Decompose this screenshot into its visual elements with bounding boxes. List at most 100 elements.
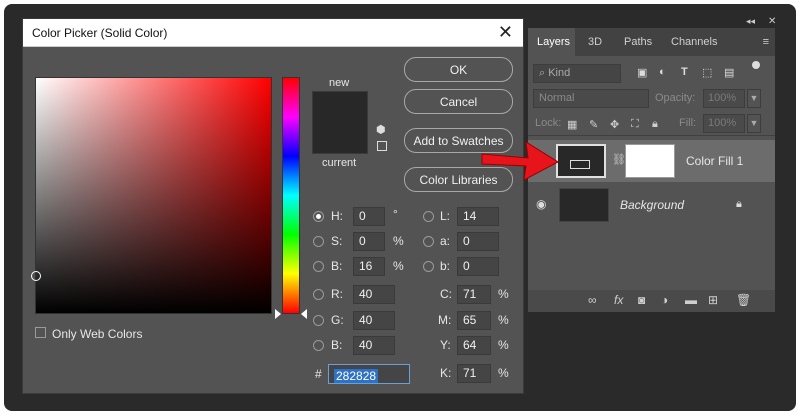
hex-input[interactable]: 282828	[328, 364, 410, 384]
tab-3d[interactable]: 3D	[588, 36, 602, 48]
panel-menu-icon[interactable]: ≡	[763, 36, 769, 48]
color-swatch-preview	[312, 91, 368, 154]
dialog-title: Color Picker (Solid Color)	[32, 26, 168, 40]
gamut-warning-cube-icon[interactable]: ⬢	[376, 125, 387, 136]
only-web-colors-checkbox[interactable]	[35, 327, 46, 338]
fill-input[interactable]: 100%	[703, 114, 745, 133]
lock-image-icon[interactable]: ✎	[589, 118, 598, 131]
visibility-eye-icon[interactable]: ◉	[536, 197, 546, 211]
saturation-label: S:	[331, 234, 343, 248]
color-field-marker[interactable]	[31, 271, 41, 281]
new-adjustment-layer-icon[interactable]: ◑	[661, 293, 668, 307]
lab-l-radio[interactable]	[423, 211, 434, 222]
new-group-icon[interactable]: ▬	[685, 293, 697, 307]
magenta-input[interactable]: 65	[457, 311, 491, 330]
link-chain-icon[interactable]: ⛓	[612, 153, 626, 166]
lock-transparent-icon[interactable]: ▦	[567, 118, 577, 131]
color-fill-thumbnail[interactable]	[556, 144, 606, 178]
layer-mask-thumbnail[interactable]	[625, 144, 675, 178]
opacity-input[interactable]: 100%	[703, 89, 745, 108]
lab-a-input[interactable]: 0	[457, 232, 499, 251]
hex-prefix: #	[315, 367, 322, 381]
type-filter-icon[interactable]: T	[681, 66, 688, 78]
lab-b-radio[interactable]	[423, 261, 434, 272]
web-safe-square-icon[interactable]	[377, 141, 387, 151]
hex-value: 282828	[334, 369, 379, 383]
cancel-button[interactable]: Cancel	[404, 89, 513, 114]
layer-row-background[interactable]: ◉ Background 🔒︎	[528, 184, 775, 226]
cyan-unit: %	[498, 287, 509, 301]
shape-filter-icon[interactable]: ⬚	[702, 66, 712, 79]
panel-top-bar	[528, 14, 775, 28]
yellow-unit: %	[498, 338, 509, 352]
panel-divider	[528, 135, 775, 136]
panel-close-icon[interactable]: ✕	[768, 16, 776, 27]
saturation-input[interactable]: 0	[353, 232, 385, 251]
black-label: K:	[440, 366, 452, 380]
collapse-icon[interactable]: ◂◂	[746, 16, 755, 27]
current-label: current	[322, 157, 357, 169]
panel-tabs: Layers 3D Paths Channels ≡	[528, 28, 775, 56]
lock-position-icon[interactable]: ✥	[610, 118, 619, 131]
hue-slider[interactable]	[282, 77, 300, 314]
background-thumbnail[interactable]	[559, 188, 609, 222]
close-icon[interactable]: ✕	[498, 22, 513, 42]
tab-layers[interactable]: Layers	[537, 36, 570, 48]
lab-a-radio[interactable]	[423, 236, 434, 247]
filter-toggle-icon[interactable]	[752, 61, 760, 69]
green-input[interactable]: 40	[353, 311, 395, 330]
search-icon: ⌕	[539, 67, 549, 79]
fill-dropdown-icon[interactable]: ▼	[747, 114, 761, 133]
link-layers-icon[interactable]: ∞	[588, 293, 597, 307]
hue-slider-right-arrow-icon[interactable]	[301, 309, 307, 319]
green-radio[interactable]	[313, 315, 324, 326]
fill-swatch-icon	[570, 160, 590, 169]
saturation-unit: %	[393, 234, 404, 248]
red-radio[interactable]	[313, 289, 324, 300]
lab-l-input[interactable]: 14	[457, 207, 499, 226]
hue-label: H:	[331, 209, 343, 223]
blend-mode-select[interactable]: Normal	[533, 89, 649, 108]
pixel-filter-icon[interactable]: ▣	[637, 66, 647, 79]
red-input[interactable]: 40	[353, 285, 395, 304]
cyan-input[interactable]: 71	[457, 285, 491, 304]
lock-label: Lock:	[535, 117, 562, 129]
saturation-radio[interactable]	[313, 236, 324, 247]
opacity-label: Opacity:	[655, 92, 696, 104]
hue-radio[interactable]	[313, 211, 324, 222]
kind-filter-select[interactable]: ⌕ Kind	[533, 64, 621, 83]
tab-channels[interactable]: Channels	[671, 36, 717, 48]
fx-icon[interactable]: fx	[614, 293, 623, 307]
add-mask-icon[interactable]: ◙	[638, 293, 645, 307]
yellow-input[interactable]: 64	[457, 336, 491, 355]
opacity-dropdown-icon[interactable]: ▼	[747, 89, 761, 108]
lab-a-label: a:	[440, 234, 451, 248]
adjustment-filter-icon[interactable]: ◐	[659, 66, 666, 78]
blue-label: B:	[331, 338, 343, 352]
lock-artboard-icon[interactable]: ⛶	[631, 118, 639, 131]
blue-input[interactable]: 40	[353, 336, 395, 355]
brightness-unit: %	[393, 259, 404, 273]
tab-paths[interactable]: Paths	[624, 36, 652, 48]
lock-all-icon[interactable]: 🔒︎	[652, 118, 658, 131]
brightness-radio[interactable]	[313, 261, 324, 272]
smart-object-filter-icon[interactable]: ▤	[724, 66, 734, 79]
red-label: R:	[331, 287, 343, 301]
new-layer-icon[interactable]: ⊞	[708, 293, 718, 307]
yellow-label: Y:	[440, 338, 451, 352]
panel-footer-toolbar: ∞ fx ◙ ◑ ▬ ⊞ 🗑︎	[528, 290, 775, 312]
dialog-titlebar: Color Picker (Solid Color) ✕	[23, 19, 523, 47]
ok-button[interactable]: OK	[404, 57, 513, 82]
hue-slider-left-arrow-icon[interactable]	[275, 309, 281, 319]
layers-panel: Layers 3D Paths Channels ≡ ⌕ Kind ▣ ◐ T …	[528, 28, 775, 312]
delete-layer-icon[interactable]: 🗑︎	[736, 293, 751, 307]
color-field[interactable]	[31, 77, 272, 314]
black-input[interactable]: 71	[457, 364, 491, 383]
blue-radio[interactable]	[313, 340, 324, 351]
layer-name: Background	[620, 198, 685, 212]
hue-input[interactable]: 0	[353, 207, 385, 226]
new-label: new	[329, 77, 350, 89]
layer-row-color-fill[interactable]: ⛓ Color Fill 1	[528, 140, 775, 182]
lab-b-input[interactable]: 0	[457, 257, 499, 276]
brightness-input[interactable]: 16	[353, 257, 385, 276]
